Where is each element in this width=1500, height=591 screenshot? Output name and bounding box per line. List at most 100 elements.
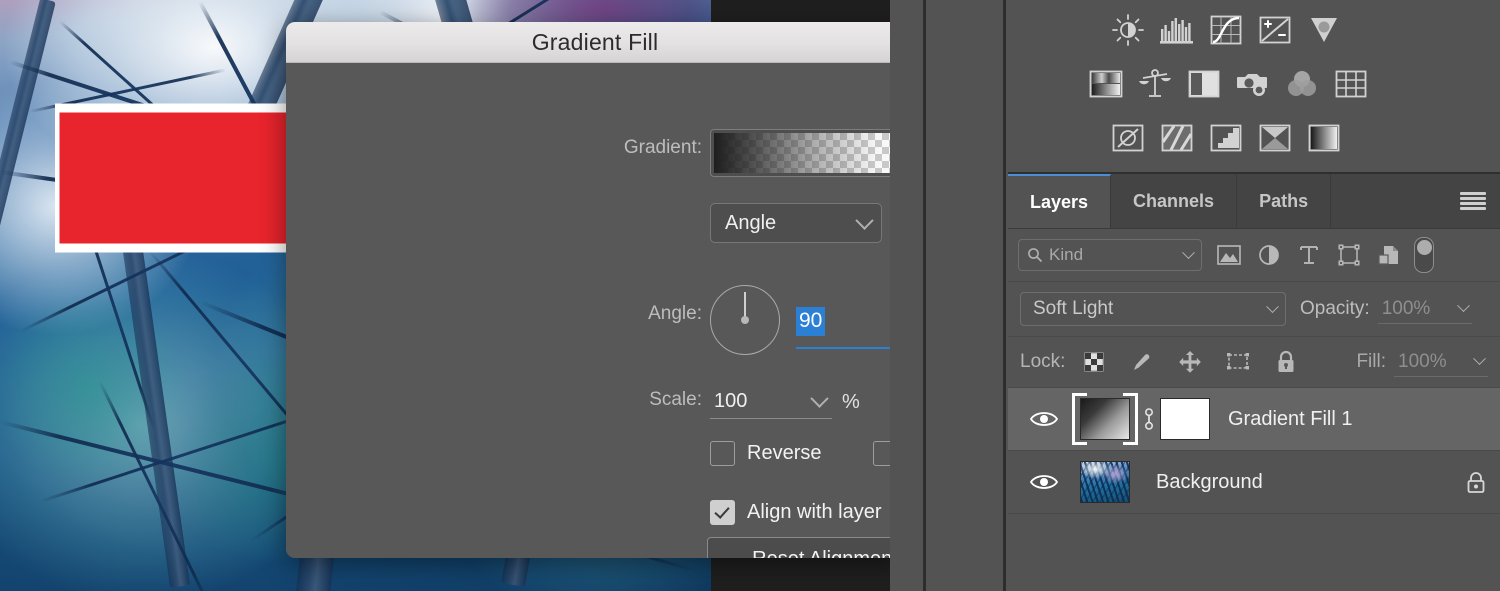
layer-filter-icons — [1216, 242, 1402, 268]
chevron-down-icon — [855, 210, 874, 230]
vibrance-icon[interactable] — [1300, 6, 1348, 54]
scale-input-value: 100 — [714, 390, 748, 412]
kind-filter-value: Kind — [1049, 245, 1084, 264]
opacity-input[interactable]: 100% — [1377, 294, 1472, 324]
layer-name: Gradient Fill 1 — [1228, 407, 1353, 430]
layer-thumbnail-frame[interactable] — [1072, 456, 1138, 508]
reset-alignment-button[interactable]: Reset Alignment — [707, 537, 904, 558]
angle-row: Angle: 90 ° — [286, 285, 904, 361]
gradient-preview-swatch[interactable] — [714, 133, 904, 173]
pixel-layer-filter-icon[interactable] — [1216, 242, 1242, 268]
layer-visibility-toggle[interactable] — [1016, 472, 1072, 492]
filter-toggle-knob — [1416, 240, 1432, 255]
layer-locked-icon — [1452, 470, 1500, 494]
hue-saturation-icon[interactable] — [1082, 60, 1130, 108]
blend-mode-select[interactable]: Soft Light — [1020, 292, 1286, 326]
brightness-contrast-icon[interactable] — [1104, 6, 1152, 54]
chevron-down-icon[interactable] — [810, 389, 829, 408]
selective-color-icon[interactable] — [1300, 114, 1348, 162]
lock-artboard-icon[interactable] — [1225, 349, 1251, 375]
layer-mask-link-icon[interactable] — [1138, 406, 1160, 432]
color-balance-icon[interactable] — [1131, 60, 1179, 108]
panel-separator[interactable] — [1003, 0, 1006, 591]
tab-paths[interactable]: Paths — [1237, 174, 1332, 228]
right-panel-column: Layers Channels Paths Kind Soft Light Op… — [1008, 0, 1500, 591]
adjustments-row-3 — [1008, 114, 1500, 168]
tab-layers[interactable]: Layers — [1008, 174, 1112, 228]
smart-object-filter-icon[interactable] — [1376, 242, 1402, 268]
adjustments-row-1 — [1008, 6, 1500, 60]
shape-layer-filter-icon[interactable] — [1336, 242, 1362, 268]
gradient-style-value: Angle — [725, 211, 777, 234]
fill-value: 100% — [1398, 350, 1447, 372]
layer-thumbnail[interactable] — [1080, 398, 1130, 440]
angle-dial-hub — [741, 316, 749, 324]
blend-mode-value: Soft Light — [1033, 298, 1114, 319]
layer-mask-thumbnail[interactable] — [1160, 398, 1210, 440]
layer-thumbnail-selected-frame[interactable] — [1072, 393, 1138, 445]
layer-name: Background — [1156, 470, 1263, 493]
reverse-checkbox[interactable] — [710, 441, 735, 466]
filter-enable-toggle[interactable] — [1414, 237, 1434, 273]
checkbox-row-align: Align with layer — [710, 500, 882, 525]
channel-mixer-icon[interactable] — [1278, 60, 1326, 108]
scale-row: Scale: 100 % — [286, 381, 904, 425]
angle-dial[interactable] — [710, 285, 780, 355]
lock-image-pixels-icon[interactable] — [1129, 349, 1155, 375]
search-icon — [1028, 248, 1043, 263]
adjustments-panel — [1008, 0, 1500, 174]
dialog-body: Gradient: Angle Angle: 90 Scale: 100 % R… — [286, 63, 904, 558]
gradient-row: Gradient: — [286, 129, 904, 181]
invert-icon[interactable] — [1104, 114, 1152, 162]
panel-divider-area — [890, 0, 1008, 591]
adjustment-layer-filter-icon[interactable] — [1256, 242, 1282, 268]
reverse-checkbox-item[interactable]: Reverse — [710, 441, 821, 466]
tab-channels[interactable]: Channels — [1111, 174, 1238, 228]
posterize-icon[interactable] — [1153, 114, 1201, 162]
gradient-style-select[interactable]: Angle — [710, 203, 882, 243]
reverse-label: Reverse — [747, 442, 822, 464]
black-white-icon[interactable] — [1180, 60, 1228, 108]
opacity-value: 100% — [1381, 297, 1431, 319]
fill-label: Fill: — [1356, 351, 1386, 372]
lock-icons — [1081, 349, 1299, 375]
kind-filter-select[interactable]: Kind — [1018, 239, 1202, 271]
type-layer-filter-icon[interactable] — [1296, 242, 1322, 268]
align-with-layer-checkbox-item[interactable]: Align with layer — [710, 500, 882, 525]
align-with-layer-label: Align with layer — [747, 501, 882, 523]
color-lookup-icon[interactable] — [1327, 60, 1375, 108]
fill-input[interactable]: 100% — [1394, 347, 1488, 377]
scale-input[interactable]: 100 — [710, 385, 832, 419]
table-row[interactable]: Background — [1008, 451, 1500, 514]
threshold-icon[interactable] — [1202, 114, 1250, 162]
adjustments-row-2 — [1008, 60, 1500, 114]
exposure-icon[interactable] — [1251, 6, 1299, 54]
layer-thumbnail[interactable] — [1080, 461, 1130, 503]
lock-all-icon[interactable] — [1273, 349, 1299, 375]
photoshop-window: Gradient Fill Gradient: Angle Angle: 90 … — [0, 0, 1500, 591]
gradient-picker[interactable] — [710, 129, 904, 177]
panel-separator[interactable] — [923, 0, 926, 591]
layer-visibility-toggle[interactable] — [1016, 409, 1072, 429]
lock-transparent-pixels-icon[interactable] — [1081, 349, 1107, 375]
dialog-titlebar[interactable]: Gradient Fill — [286, 22, 904, 63]
checkbox-row-reverse-dither: Reverse Dither — [710, 441, 904, 466]
hamburger-menu-icon[interactable] — [1460, 192, 1486, 210]
table-row[interactable]: Gradient Fill 1 — [1008, 388, 1500, 451]
photo-filter-icon[interactable] — [1229, 60, 1277, 108]
gradient-map-icon[interactable] — [1251, 114, 1299, 162]
align-with-layer-checkbox[interactable] — [710, 500, 735, 525]
chevron-down-icon — [1473, 352, 1486, 366]
percent-symbol: % — [842, 391, 860, 413]
lock-label: Lock: — [1020, 351, 1066, 372]
curves-icon[interactable] — [1202, 6, 1250, 54]
chevron-down-icon — [1266, 299, 1279, 313]
panel-tabs: Layers Channels Paths — [1008, 174, 1500, 229]
angle-input[interactable]: 90 — [796, 307, 904, 349]
chevron-down-icon — [1182, 245, 1195, 259]
eye-icon — [1029, 412, 1059, 426]
lock-position-icon[interactable] — [1177, 349, 1203, 375]
lock-row: Lock: Fill: 100% — [1008, 337, 1500, 388]
levels-icon[interactable] — [1153, 6, 1201, 54]
blend-mode-row: Soft Light Opacity: 100% — [1008, 282, 1500, 337]
